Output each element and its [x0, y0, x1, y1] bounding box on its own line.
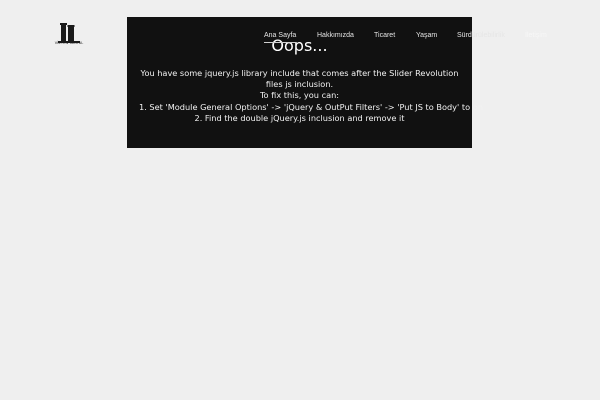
page: VİZYON KARTAL Oops... You have some jque… — [0, 0, 600, 400]
nav-item-hakkimizda[interactable]: Hakkımızda — [317, 30, 354, 42]
error-line-1: You have some jquery.js library include … — [140, 68, 459, 90]
nav-item-yasam[interactable]: Yaşam — [416, 30, 437, 42]
nav-item-ana-sayfa[interactable]: Ana Sayfa — [264, 30, 297, 43]
error-line-4: 2. Find the double jQuery.js inclusion a… — [194, 112, 405, 123]
main-nav: Ana Sayfa Hakkımızda Ticaret Yaşam Sürdü… — [0, 30, 600, 44]
nav-item-ticaret[interactable]: Ticaret — [374, 30, 395, 42]
nav-item-iletisim[interactable]: İletişim — [525, 30, 547, 42]
error-line-3: 1. Set 'Module General Options' -> 'jQue… — [139, 101, 483, 112]
error-message: You have some jquery.js library include … — [139, 68, 483, 124]
error-line-2: To fix this, you can: — [259, 90, 340, 101]
nav-item-surdurulebilirlik[interactable]: Sürdürülebilirlik — [457, 30, 505, 42]
